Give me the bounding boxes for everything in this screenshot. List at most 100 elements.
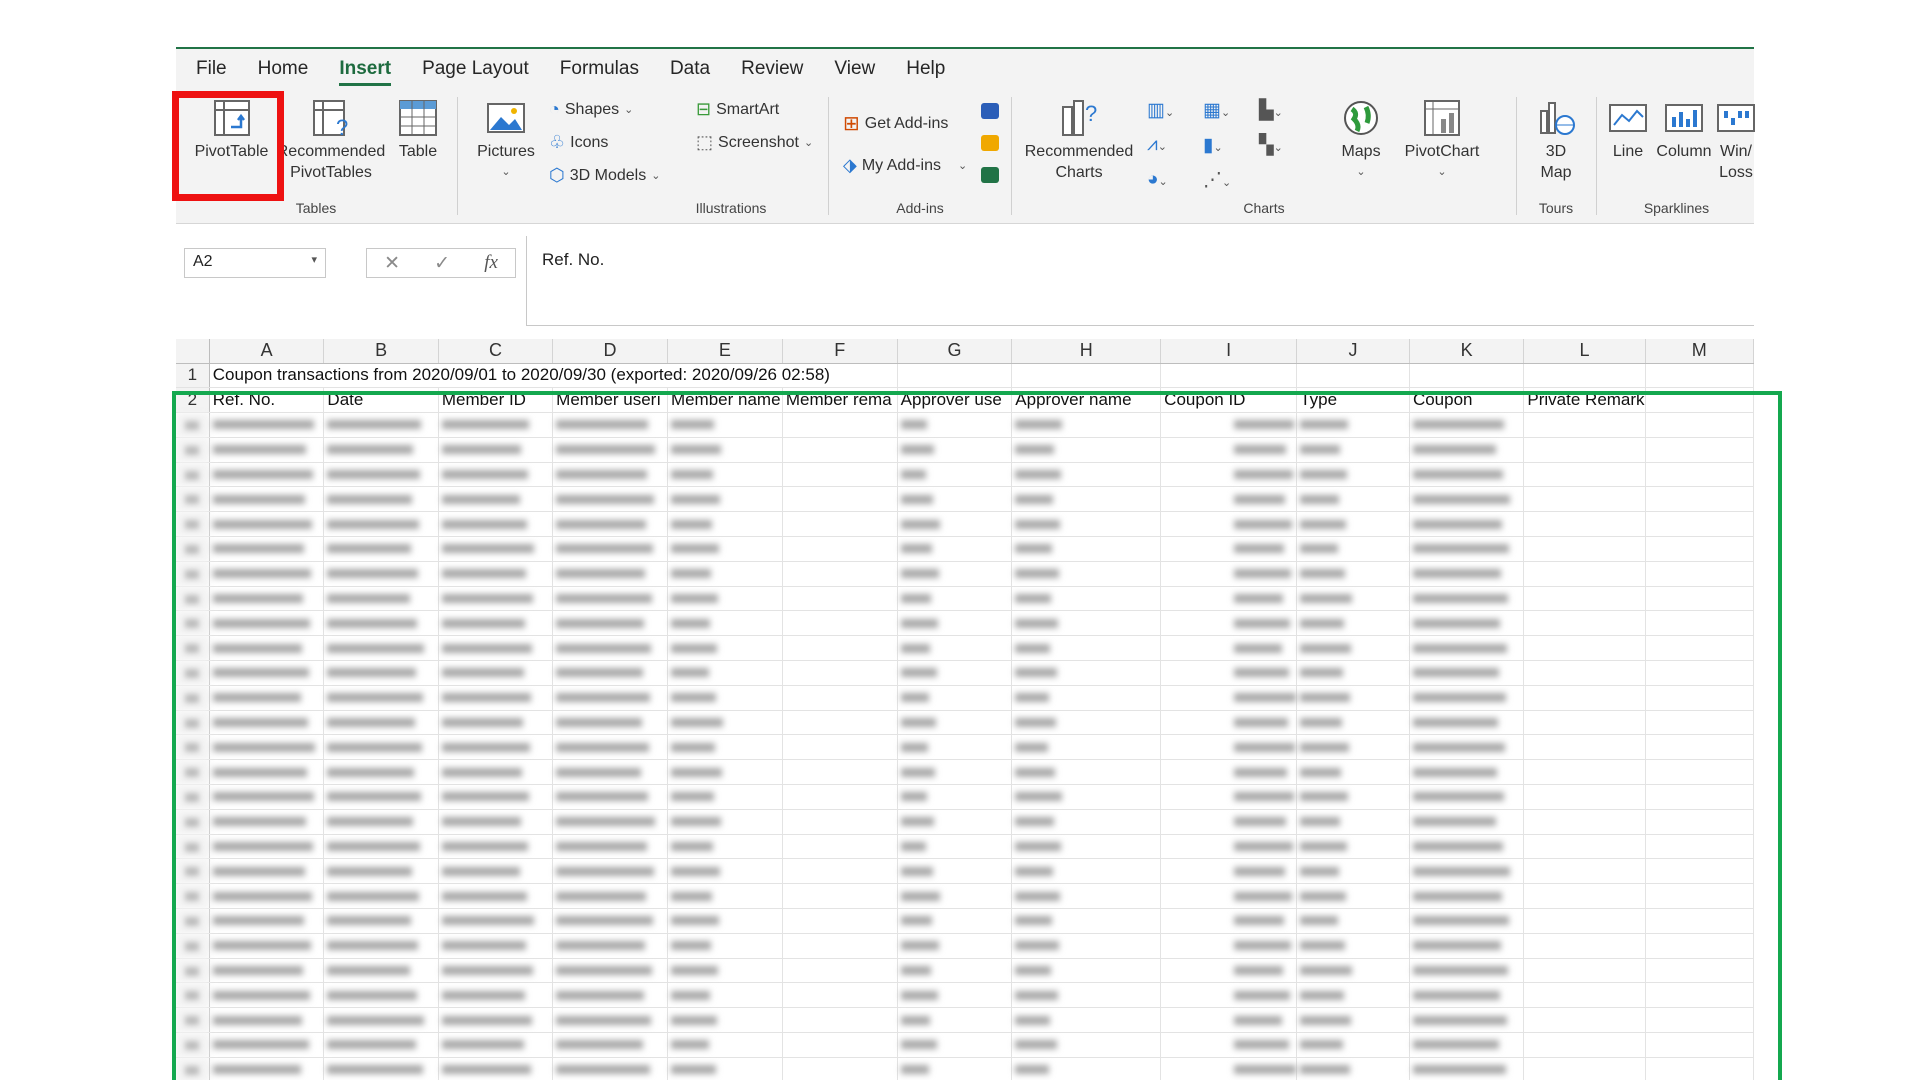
3d-map-button[interactable]: 3D Map — [1524, 97, 1588, 183]
hierarchy-chart-icon[interactable]: ▦⌄ — [1203, 99, 1259, 122]
row-header[interactable]: 1 — [176, 363, 210, 389]
pivotchart-label: PivotChart — [1404, 143, 1480, 160]
scatter-chart-icon[interactable]: ⋰⌄ — [1203, 169, 1259, 192]
formula-bar: A2 ▾ ✕ ✓ fx Ref. No. — [176, 236, 1754, 326]
column-chart-icon[interactable]: ▥⌄ — [1147, 99, 1203, 122]
formula-buttons: ✕ ✓ fx — [366, 248, 516, 278]
group-tours: 3D Map Tours — [1519, 89, 1593, 222]
tab-page-layout[interactable]: Page Layout — [422, 58, 529, 89]
smartart-button[interactable]: ⊟ SmartArt — [696, 99, 779, 120]
icons-button[interactable]: ♧ Icons — [549, 132, 608, 153]
separator — [457, 97, 458, 215]
chevron-down-icon: ⌄ — [1437, 166, 1447, 178]
column-header[interactable]: M — [1645, 339, 1755, 364]
tab-formulas[interactable]: Formulas — [560, 58, 639, 89]
table-cell[interactable] — [1011, 363, 1162, 389]
shapes-label: Shapes — [564, 100, 620, 118]
icons-label: Icons — [570, 133, 609, 151]
menu-bar: File Home Insert Page Layout Formulas Da… — [176, 49, 1754, 89]
cancel-icon[interactable]: ✕ — [384, 252, 400, 275]
column-header[interactable]: F — [782, 339, 898, 364]
tables-group-label: Tables — [295, 200, 337, 216]
insert-function-icon[interactable]: fx — [484, 252, 498, 274]
pictures-button[interactable]: Pictures ⌄ — [471, 97, 541, 183]
svg-text:?: ? — [1085, 101, 1097, 126]
pie-chart-icon[interactable]: ◕⌄ — [1147, 169, 1203, 192]
title-cell[interactable]: Coupon transactions from 2020/09/01 to 2… — [209, 363, 898, 389]
line-chart-icon[interactable]: ⩘⌄ — [1147, 134, 1203, 157]
pivotchart-button[interactable]: PivotChart ⌄ — [1397, 97, 1487, 183]
addins-group-label: Add-ins — [896, 200, 944, 216]
screenshot-button[interactable]: ⬚ Screenshot ⌄ — [696, 132, 813, 153]
recommended-charts-button[interactable]: ? Recommended Charts — [1019, 97, 1139, 183]
column-header[interactable]: C — [438, 339, 554, 364]
tab-view[interactable]: View — [834, 58, 875, 89]
3d-models-button[interactable]: ⬡ 3D Models ⌄ — [549, 165, 660, 186]
charts-group-label: Charts — [1243, 200, 1285, 216]
table-cell[interactable] — [1409, 363, 1525, 389]
name-box[interactable]: A2 ▾ — [184, 248, 326, 278]
column-header[interactable]: G — [897, 339, 1013, 364]
sparklines-group-label: Sparklines — [1643, 200, 1710, 216]
cube-icon: ⬡ — [549, 165, 565, 185]
addins-icon: ⬗ — [843, 155, 857, 175]
separator — [828, 97, 829, 215]
column-header[interactable]: A — [209, 339, 325, 364]
pictures-icon — [487, 103, 525, 133]
column-header[interactable]: E — [667, 339, 783, 364]
recommended-pivottables-icon: ? — [313, 100, 348, 139]
screenshot-label: Screenshot — [718, 133, 799, 151]
column-header[interactable]: H — [1011, 339, 1162, 364]
table-label: Table — [398, 143, 438, 160]
column-header[interactable]: J — [1296, 339, 1410, 364]
people-graph-icon[interactable] — [981, 103, 999, 119]
get-addins-button[interactable]: ⊞ Get Add-ins — [843, 111, 948, 136]
tab-home[interactable]: Home — [258, 58, 309, 89]
table-cell[interactable] — [1296, 363, 1410, 389]
column-header[interactable]: D — [552, 339, 668, 364]
column-header[interactable]: I — [1160, 339, 1298, 364]
sparkline-line-button[interactable]: Line — [1604, 97, 1652, 162]
column-label: Column — [1656, 143, 1712, 160]
tab-data[interactable]: Data — [670, 58, 710, 89]
table-button[interactable]: Table — [388, 97, 448, 162]
get-addins-label: Get Add-ins — [864, 114, 949, 132]
recommended-pivottables-button[interactable]: ? Recommended PivotTables — [276, 97, 386, 183]
my-addins-button[interactable]: ⬗ My Add-ins ⌄ — [843, 155, 967, 176]
group-sparklines: Line Column Win/ Loss Sparklines — [1599, 89, 1755, 222]
enter-icon[interactable]: ✓ — [434, 252, 450, 275]
column-header[interactable]: L — [1523, 339, 1646, 364]
chevron-down-icon: ⌄ — [651, 170, 661, 182]
sparkline-winloss-button[interactable]: Win/ Loss — [1711, 97, 1761, 183]
separator — [1011, 97, 1012, 215]
table-cell[interactable] — [897, 363, 1013, 389]
tab-insert[interactable]: Insert — [339, 58, 391, 89]
waterfall-chart-icon[interactable]: ▙⌄ — [1259, 99, 1315, 122]
data-range-highlight-box — [172, 391, 1782, 1080]
chevron-down-icon: ⌄ — [1356, 166, 1366, 178]
tab-file[interactable]: File — [196, 58, 227, 89]
column-header[interactable]: K — [1409, 339, 1525, 364]
ribbon: PivotTable ? Recommended PivotTables Tab… — [176, 89, 1755, 224]
table-cell[interactable] — [1523, 363, 1646, 389]
maps-button[interactable]: Maps ⌄ — [1331, 97, 1391, 183]
recommended-label-1: Recommended — [276, 143, 386, 160]
shapes-button[interactable]: ◔ Shapes ⌄ — [549, 99, 633, 120]
3d-map-label-1: 3D — [1545, 143, 1567, 160]
sparkline-column-button[interactable]: Column — [1654, 97, 1714, 162]
bing-maps-icon[interactable] — [981, 135, 999, 151]
table-cell[interactable] — [1645, 363, 1755, 389]
table-cell[interactable] — [1160, 363, 1298, 389]
combo-chart-icon[interactable]: ▚⌄ — [1259, 134, 1315, 157]
pivottable-highlight-box — [172, 91, 284, 201]
tab-help[interactable]: Help — [906, 58, 945, 89]
tab-review[interactable]: Review — [741, 58, 803, 89]
table-row: 1 Coupon transactions from 2020/09/01 to… — [176, 363, 1755, 389]
formula-input[interactable]: Ref. No. — [526, 236, 1754, 326]
select-all-corner[interactable] — [176, 339, 210, 364]
recommended-charts-label-2: Charts — [1055, 164, 1103, 181]
statistic-chart-icon[interactable]: ▮⌄ — [1203, 134, 1259, 157]
table-icon — [399, 100, 437, 136]
visio-icon[interactable] — [981, 167, 999, 183]
column-header[interactable]: B — [323, 339, 439, 364]
